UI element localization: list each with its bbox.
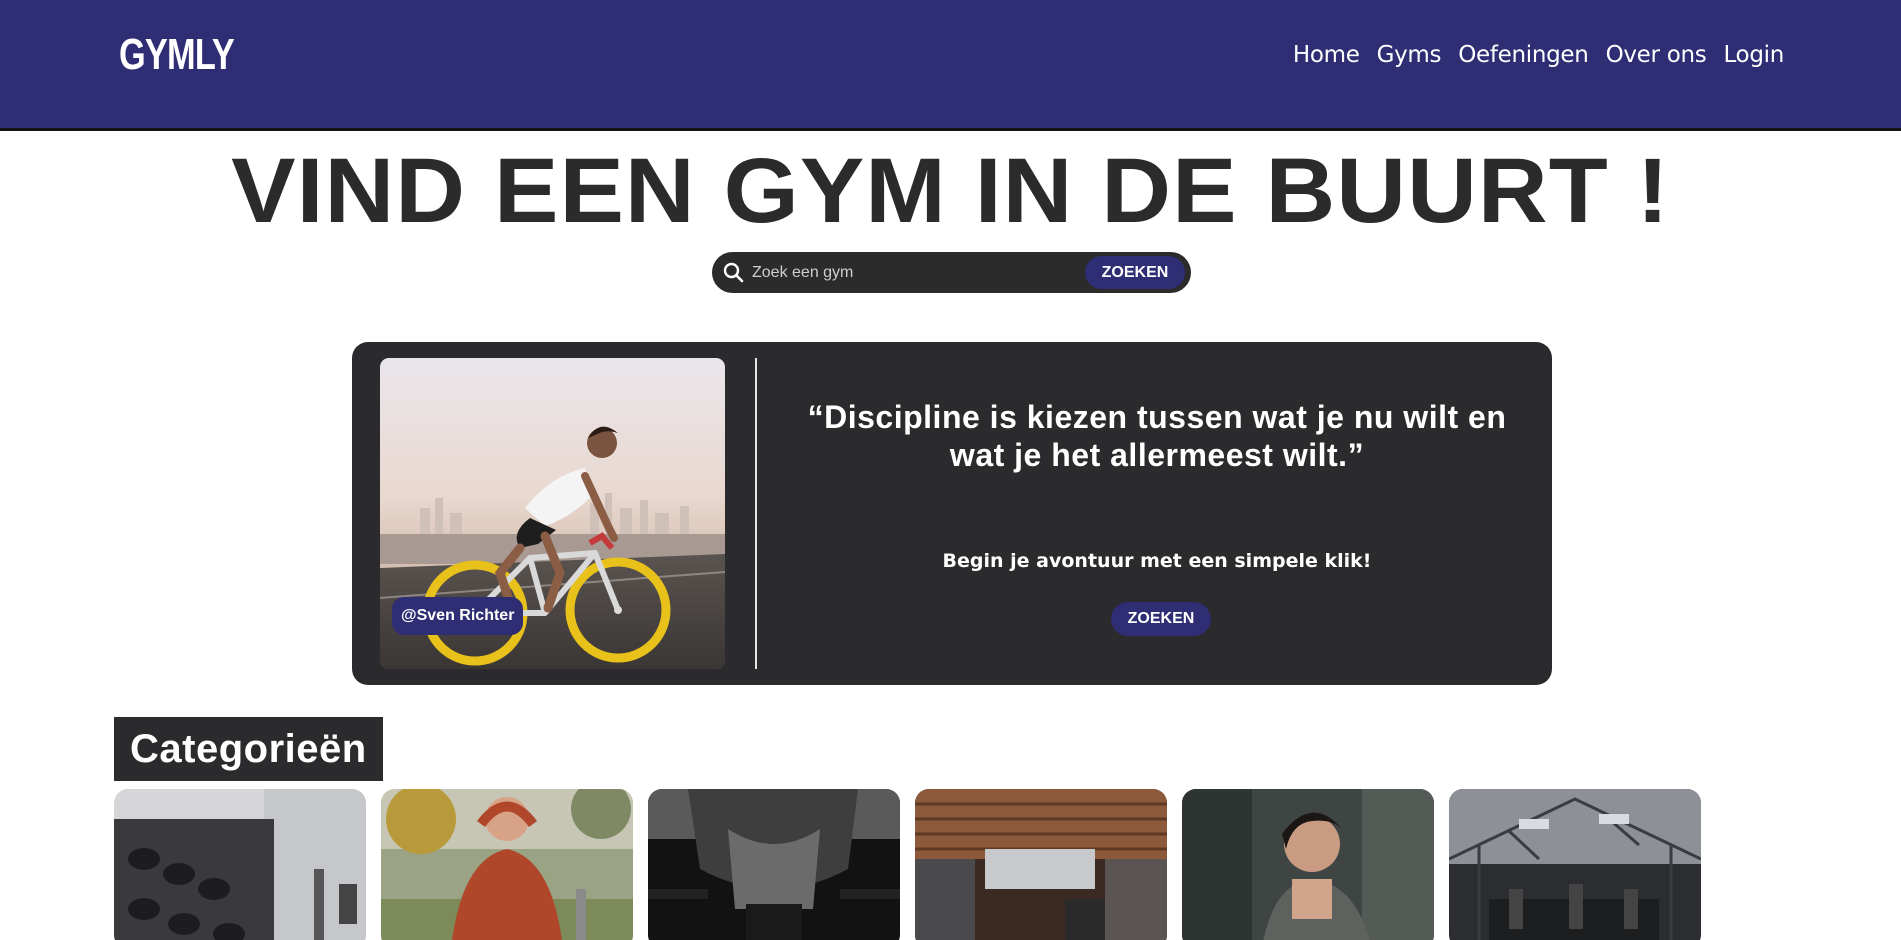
nav-oefeningen-link[interactable]: Oefeningen (1458, 42, 1589, 68)
nav-over-ons-link[interactable]: Over ons (1606, 42, 1707, 68)
search-bar: ZOEKEN (712, 252, 1191, 293)
quote-subline: Begin je avontuur met een simpele klik! (942, 550, 1372, 572)
categories-heading: Categorieën (114, 717, 383, 781)
search-input[interactable] (752, 258, 1052, 287)
nav-home-link[interactable]: Home (1293, 42, 1360, 68)
cta-search-button[interactable]: ZOEKEN (1111, 602, 1211, 636)
category-tile-woman-training[interactable] (1182, 789, 1434, 940)
category-tile-outdoor[interactable] (381, 789, 633, 940)
search-icon (723, 262, 744, 283)
logo[interactable]: GYMLY (119, 30, 235, 80)
quote-card: @Sven Richter “Discipline is kiezen tuss… (352, 342, 1552, 685)
photo-credit-badge[interactable]: @Sven Richter (392, 597, 524, 635)
nav-login-link[interactable]: Login (1723, 42, 1784, 68)
hero-title: VIND EEN GYM IN DE BUURT ! (231, 140, 1670, 242)
site-header: GYMLY Home Gyms Oefeningen Over ons Logi… (0, 0, 1901, 131)
main-nav: Home Gyms Oefeningen Over ons Login (1293, 42, 1784, 68)
quote-text: “Discipline is kiezen tussen wat je nu w… (807, 399, 1507, 473)
category-tile-bodybuilding[interactable] (648, 789, 900, 940)
nav-gyms-link[interactable]: Gyms (1377, 42, 1442, 68)
search-button[interactable]: ZOEKEN (1085, 256, 1185, 289)
divider (755, 358, 757, 669)
cyclist-photo: @Sven Richter (380, 358, 725, 669)
category-tile-gym-interior[interactable] (915, 789, 1167, 940)
category-tile-warehouse-gym[interactable] (1449, 789, 1701, 940)
category-tile-dumbbells[interactable] (114, 789, 366, 940)
